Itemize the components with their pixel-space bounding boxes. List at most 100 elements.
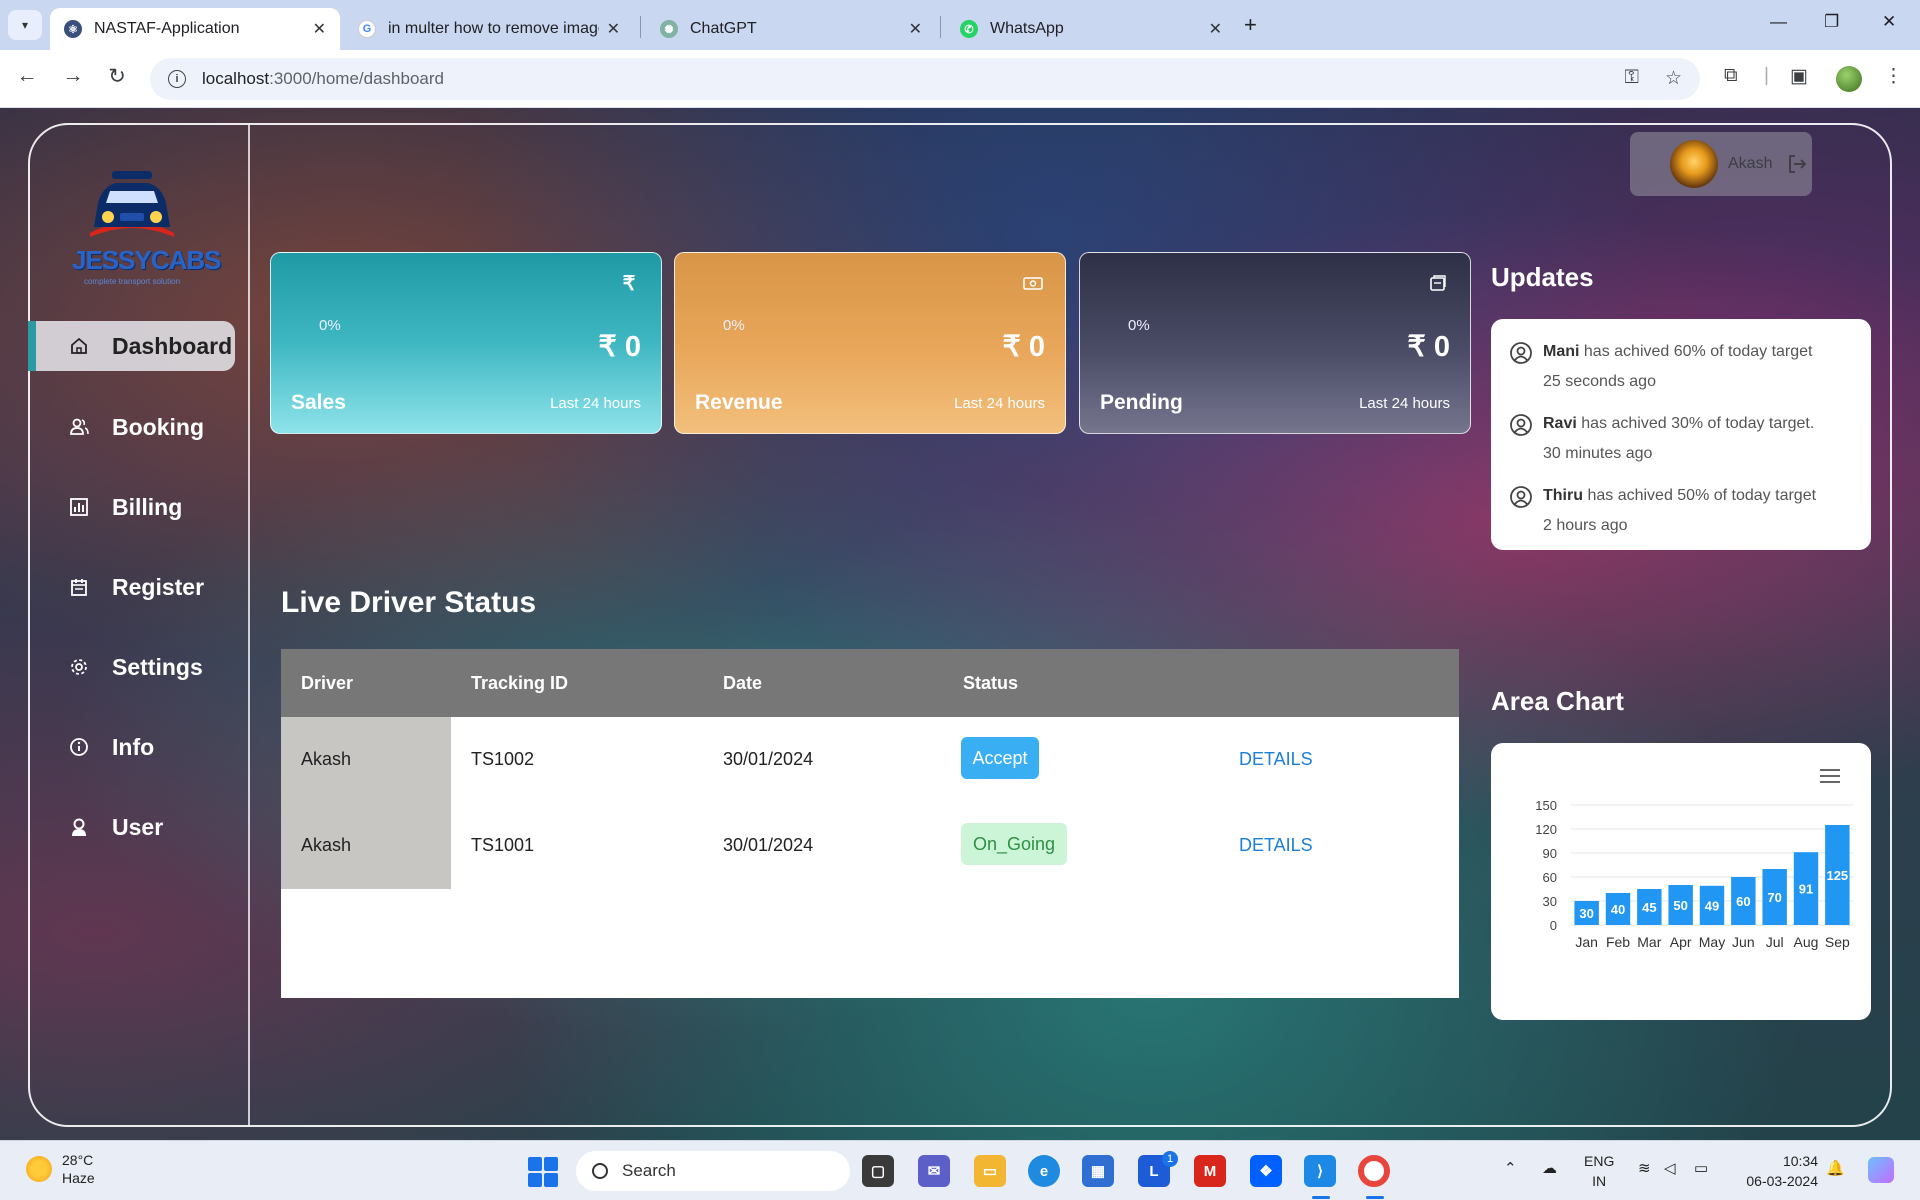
- column-header-status[interactable]: Status: [963, 673, 1018, 694]
- chrome-icon[interactable]: [1358, 1155, 1390, 1187]
- tab-title: in multer how to remove image: [388, 20, 599, 37]
- reload-icon[interactable]: ↻: [102, 64, 132, 89]
- tab-title: ChatGPT: [690, 20, 757, 37]
- password-key-icon[interactable]: ⚿: [1624, 67, 1638, 90]
- task-view-icon[interactable]: ▢: [862, 1155, 894, 1187]
- tracking-id: TS1002: [471, 749, 535, 769]
- sales-card: ₹ 0% ₹ 0 Sales Last 24 hours: [270, 252, 662, 434]
- users-icon: [68, 416, 90, 438]
- update-name: Ravi: [1543, 415, 1577, 432]
- notification-bell-icon[interactable]: 🔔: [1826, 1159, 1845, 1177]
- bookmark-star-icon[interactable]: ☆: [1665, 67, 1682, 90]
- column-header-tracking-id[interactable]: Tracking ID: [471, 673, 568, 694]
- column-header-date[interactable]: Date: [723, 673, 762, 694]
- url-text[interactable]: localhost:3000/home/dashboard: [202, 69, 444, 89]
- taskbar-search-box[interactable]: Search: [576, 1151, 850, 1191]
- user-avatar[interactable]: [1670, 140, 1718, 188]
- pending-card: 0% ₹ 0 Pending Last 24 hours: [1079, 252, 1471, 434]
- whatsapp-favicon-icon: ✆: [960, 20, 978, 38]
- sidebar-item-user[interactable]: User: [40, 802, 235, 852]
- show-hidden-icons-icon[interactable]: ⌃: [1504, 1159, 1517, 1177]
- system-clock[interactable]: 10:34 06-03-2024: [1738, 1151, 1818, 1191]
- sidebar-item-register[interactable]: Register: [40, 562, 235, 612]
- sidebar-item-info[interactable]: Info: [40, 722, 235, 772]
- notification-badge: 1: [1162, 1151, 1178, 1167]
- column-header-driver[interactable]: Driver: [301, 673, 353, 694]
- sidebar-item-settings[interactable]: Settings: [40, 642, 235, 692]
- tab-google-search[interactable]: G in multer how to remove image ✕: [344, 8, 634, 50]
- y-tick-label: 30: [1543, 894, 1557, 909]
- forward-icon[interactable]: →: [58, 64, 88, 88]
- x-tick-label: Jan: [1575, 934, 1598, 950]
- home-icon: [68, 335, 90, 357]
- chatgpt-favicon-icon: ✺: [660, 20, 678, 38]
- dropbox-icon[interactable]: ❖: [1250, 1155, 1282, 1187]
- details-button[interactable]: DETAILS: [1239, 749, 1313, 770]
- vscode-icon[interactable]: ⟩: [1304, 1155, 1336, 1187]
- x-tick-label: Feb: [1606, 934, 1630, 950]
- copilot-icon[interactable]: [1868, 1157, 1894, 1183]
- close-tab-icon[interactable]: ✕: [607, 19, 620, 39]
- sidebar-item-billing[interactable]: Billing: [40, 482, 235, 532]
- close-tab-icon[interactable]: ✕: [313, 19, 326, 39]
- minimize-icon[interactable]: —: [1770, 12, 1787, 32]
- extensions-icon[interactable]: ⧉: [1724, 65, 1738, 87]
- tab-whatsapp[interactable]: ✆ WhatsApp ✕: [946, 8, 1236, 50]
- user-circle-icon: [1509, 485, 1533, 509]
- mcafee-icon[interactable]: M: [1194, 1155, 1226, 1187]
- sidebar-item-booking[interactable]: Booking: [40, 402, 235, 452]
- edge-browser-icon[interactable]: e: [1028, 1155, 1060, 1187]
- close-window-icon[interactable]: ✕: [1882, 12, 1896, 32]
- sidebar-divider: [248, 124, 250, 1126]
- update-item: Thiru has achived 50% of today target 2 h…: [1509, 481, 1853, 541]
- new-tab-button[interactable]: +: [1244, 12, 1257, 38]
- logout-icon[interactable]: [1786, 153, 1808, 175]
- sidebar-item-dashboard[interactable]: Dashboard: [28, 321, 235, 371]
- details-button[interactable]: DETAILS: [1239, 835, 1313, 856]
- side-panel-icon[interactable]: ▣: [1790, 65, 1808, 88]
- sun-haze-icon: [26, 1156, 52, 1182]
- weather-widget[interactable]: 28°C Haze: [26, 1151, 95, 1187]
- close-tab-icon[interactable]: ✕: [1209, 19, 1222, 39]
- update-item: Mani has achived 60% of today target 25 s…: [1509, 337, 1853, 397]
- tab-search-button[interactable]: ▾: [8, 10, 42, 40]
- file-explorer-icon[interactable]: ▭: [974, 1155, 1006, 1187]
- close-tab-icon[interactable]: ✕: [909, 19, 922, 39]
- back-icon[interactable]: ←: [12, 64, 42, 88]
- updates-panel: Mani has achived 60% of today target 25 s…: [1491, 319, 1871, 550]
- y-tick-label: 120: [1535, 822, 1557, 837]
- address-bar[interactable]: i localhost:3000/home/dashboard ⚿ ☆: [150, 58, 1700, 100]
- windows-start-icon[interactable]: [528, 1157, 558, 1187]
- browser-menu-icon[interactable]: ⋮: [1884, 65, 1903, 88]
- sidebar-item-label: Dashboard: [112, 332, 233, 359]
- bar-data-label: 50: [1673, 898, 1687, 913]
- microsoft-store-icon[interactable]: ▦: [1082, 1155, 1114, 1187]
- battery-icon[interactable]: ▭: [1694, 1159, 1708, 1177]
- profile-avatar[interactable]: [1836, 66, 1862, 92]
- restore-icon[interactable]: ❐: [1824, 12, 1839, 32]
- tab-nastaf-application[interactable]: ⚛ NASTAF-Application ✕: [50, 8, 340, 50]
- teams-chat-icon[interactable]: ✉: [918, 1155, 950, 1187]
- trip-date: 30/01/2024: [723, 749, 814, 769]
- tracking-id: TS1001: [471, 835, 535, 855]
- volume-icon[interactable]: ◁: [1664, 1159, 1676, 1177]
- card-period: Last 24 hours: [1359, 395, 1450, 412]
- chart-menu-icon[interactable]: [1819, 769, 1841, 783]
- onedrive-icon[interactable]: ☁: [1542, 1159, 1557, 1177]
- document-icon: [1428, 273, 1448, 293]
- update-time: 25 seconds ago: [1543, 373, 1656, 390]
- site-info-icon[interactable]: i: [168, 70, 186, 88]
- user-menu[interactable]: Akash: [1630, 132, 1812, 196]
- status-badge: On_Going: [961, 823, 1067, 865]
- x-tick-label: Mar: [1637, 934, 1661, 950]
- card-period: Last 24 hours: [550, 395, 641, 412]
- language-indicator[interactable]: ENG IN: [1584, 1151, 1614, 1191]
- update-item: Ravi has achived 30% of today target. 30 …: [1509, 409, 1853, 469]
- wifi-icon[interactable]: ≋: [1638, 1159, 1651, 1177]
- user-icon: [68, 816, 90, 838]
- x-tick-label: Jun: [1732, 934, 1755, 950]
- update-name: Thiru: [1543, 487, 1583, 504]
- weather-temp: 28°C: [62, 1152, 94, 1168]
- user-name: Akash: [1728, 155, 1773, 172]
- tab-chatgpt[interactable]: ✺ ChatGPT ✕: [646, 8, 936, 50]
